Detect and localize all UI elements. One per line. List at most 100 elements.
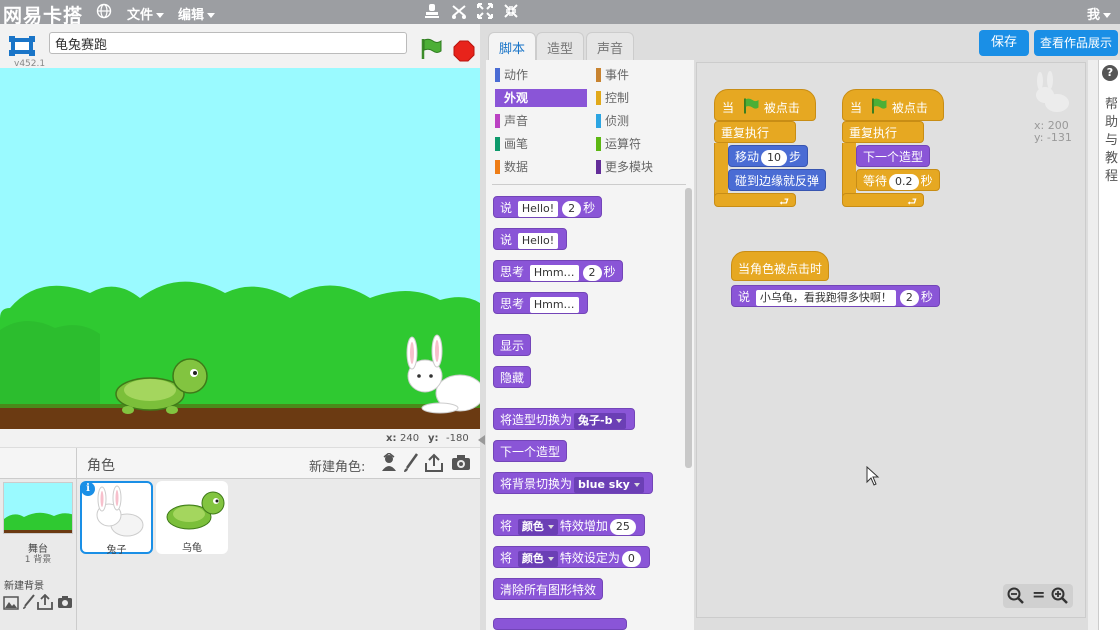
block-forever[interactable]: 重复执行 <box>842 121 924 143</box>
sprite-y-readout: y: -131 <box>1034 131 1072 144</box>
help-text[interactable]: 帮助与教程 <box>1105 96 1119 186</box>
block-when-flag-clicked[interactable]: 当 被点击 <box>714 89 816 121</box>
current-sprite-ghost <box>1031 71 1071 118</box>
upload-icon[interactable] <box>424 453 444 476</box>
paint-brush-icon[interactable] <box>403 453 419 476</box>
block-say[interactable]: 说 Hello! <box>493 228 568 250</box>
view-project-button[interactable]: 查看作品展示 <box>1034 30 1118 56</box>
block-think[interactable]: 思考 Hmm… <box>493 292 588 314</box>
green-flag-icon[interactable] <box>419 37 443 64</box>
block-when-flag-clicked[interactable]: 当 被点击 <box>842 89 944 121</box>
zoom-in-icon[interactable] <box>1051 587 1069 608</box>
stage-y-value: -180 <box>446 433 469 444</box>
backdrop-paint-icon[interactable] <box>22 594 36 613</box>
globe-icon[interactable] <box>96 3 112 23</box>
block-change-effect[interactable]: 将 颜色 特效增加 25 <box>493 514 645 536</box>
loop-arrow-icon: ⮐ <box>907 195 917 208</box>
zoom-out-icon[interactable] <box>1007 587 1025 608</box>
category-sound[interactable]: 声音 <box>495 112 587 130</box>
sprites-title: 角色 <box>87 458 115 474</box>
block-think-for-secs[interactable]: 思考 Hmm… 2 秒 <box>493 260 623 282</box>
stage-thumb-sub: 1 背景 <box>24 555 52 565</box>
block-partial[interactable] <box>493 618 627 630</box>
category-pen[interactable]: 画笔 <box>495 135 587 153</box>
edit-menu[interactable]: 编辑 <box>178 4 216 23</box>
category-events[interactable]: 事件 <box>596 66 688 84</box>
sprites-panel: 角色 新建角色: 舞台 1 背景 新建背景 兔子 i 乌龟 <box>0 448 480 630</box>
forever-end: ⮐ <box>714 193 796 208</box>
block-say-for-secs[interactable]: 说 小乌龟，看我跑得多快啊！ 2 秒 <box>731 285 940 307</box>
forever-end: ⮐ <box>842 193 924 208</box>
category-control[interactable]: 控制 <box>596 89 688 107</box>
block-forever[interactable]: 重复执行 <box>714 121 796 143</box>
sprite-info-icon[interactable]: i <box>81 482 95 496</box>
forever-arm <box>714 143 728 197</box>
divider <box>76 448 77 630</box>
palette-scrollbar[interactable] <box>685 188 692 468</box>
category-looks[interactable]: 外观 <box>495 89 587 107</box>
sprite-item-rabbit[interactable]: 兔子 i <box>80 481 153 556</box>
category-sensing[interactable]: 侦测 <box>596 112 688 130</box>
block-set-effect[interactable]: 将 颜色 特效设定为 0 <box>493 546 650 568</box>
zoom-reset-button[interactable]: = <box>1032 585 1045 604</box>
block-wait[interactable]: 等待 0.2 秒 <box>856 169 940 191</box>
block-next-costume[interactable]: 下一个造型 <box>493 440 568 462</box>
block-switch-costume[interactable]: 将造型切换为 兔子-b <box>493 408 636 430</box>
project-title-input[interactable] <box>49 32 407 54</box>
green-flag-icon <box>871 98 887 114</box>
backdrop-camera-icon[interactable] <box>57 596 73 612</box>
shrink-icon[interactable] <box>503 2 519 24</box>
block-show[interactable]: 显示 <box>493 334 532 356</box>
sprite-name: 乌龟 <box>182 543 202 554</box>
duplicate-stamp-icon[interactable] <box>424 2 440 24</box>
backdrop-upload-icon[interactable] <box>37 593 53 613</box>
collapse-stage-icon[interactable] <box>478 434 486 448</box>
camera-icon[interactable] <box>451 455 471 474</box>
block-when-sprite-clicked[interactable]: 当角色被点击时 <box>731 251 830 281</box>
category-data[interactable]: 数据 <box>495 158 587 176</box>
sprite-item-turtle[interactable]: 乌龟 <box>156 481 228 554</box>
tab-sounds[interactable]: 声音 <box>586 32 635 60</box>
help-panel[interactable]: ? 帮助与教程 <box>1098 60 1120 630</box>
presentation-mode-icon[interactable] <box>8 34 36 61</box>
editor-tabs: 脚本 造型 声音 <box>486 24 686 60</box>
new-backdrop-label: 新建背景 <box>4 581 44 592</box>
palette-divider <box>492 184 686 185</box>
backdrop-library-icon[interactable] <box>3 596 19 613</box>
tab-costumes[interactable]: 造型 <box>536 32 585 60</box>
stage-header: v452.1 <box>0 24 480 69</box>
user-menu[interactable]: 我 <box>1087 4 1112 23</box>
stage-y-label: y: <box>428 433 439 444</box>
category-operators[interactable]: 运算符 <box>596 135 688 153</box>
help-question-icon[interactable]: ? <box>1102 65 1118 81</box>
block-say-for-secs[interactable]: 说 Hello! 2 秒 <box>493 196 603 218</box>
category-motion[interactable]: 动作 <box>495 66 587 84</box>
block-next-costume[interactable]: 下一个造型 <box>856 145 931 167</box>
mouse-cursor-icon <box>866 465 880 489</box>
sprite-name: 兔子 <box>106 545 127 556</box>
block-switch-backdrop[interactable]: 将背景切换为 blue sky <box>493 472 653 494</box>
stage-x-label: x: <box>386 433 397 444</box>
block-bounce-on-edge[interactable]: 碰到边缘就反弹 <box>728 169 827 191</box>
menu-bar: 网易卡搭 文件 编辑 我 <box>0 0 1120 27</box>
new-sprite-label: 新建角色: <box>309 460 366 475</box>
zoom-controls: = <box>1003 584 1073 608</box>
stop-sign-icon[interactable] <box>453 40 475 65</box>
save-button[interactable]: 保存 <box>979 30 1029 56</box>
stage-coordinates: x: 240 y: -180 <box>0 429 480 447</box>
sprite-library-icon[interactable] <box>380 452 398 476</box>
file-menu[interactable]: 文件 <box>127 4 165 23</box>
block-hide[interactable]: 隐藏 <box>493 366 532 388</box>
stage-thumbnail[interactable] <box>3 482 73 534</box>
block-move-steps[interactable]: 移动 10 步 <box>728 145 809 167</box>
forever-arm <box>842 143 856 197</box>
stage-x-value: 240 <box>400 433 420 444</box>
category-more-blocks[interactable]: 更多模块 <box>596 158 688 176</box>
grow-icon[interactable] <box>477 2 493 24</box>
stage-canvas[interactable] <box>0 68 480 429</box>
tab-scripts[interactable]: 脚本 <box>488 32 537 60</box>
block-clear-effects[interactable]: 清除所有图形特效 <box>493 578 604 600</box>
cut-scissors-icon[interactable] <box>451 2 467 24</box>
script-area[interactable]: x: 200 y: -131 当 被点击 重复执行 移动 10 步 碰到边缘就反弹 … <box>696 62 1086 618</box>
loop-arrow-icon: ⮐ <box>779 195 789 208</box>
